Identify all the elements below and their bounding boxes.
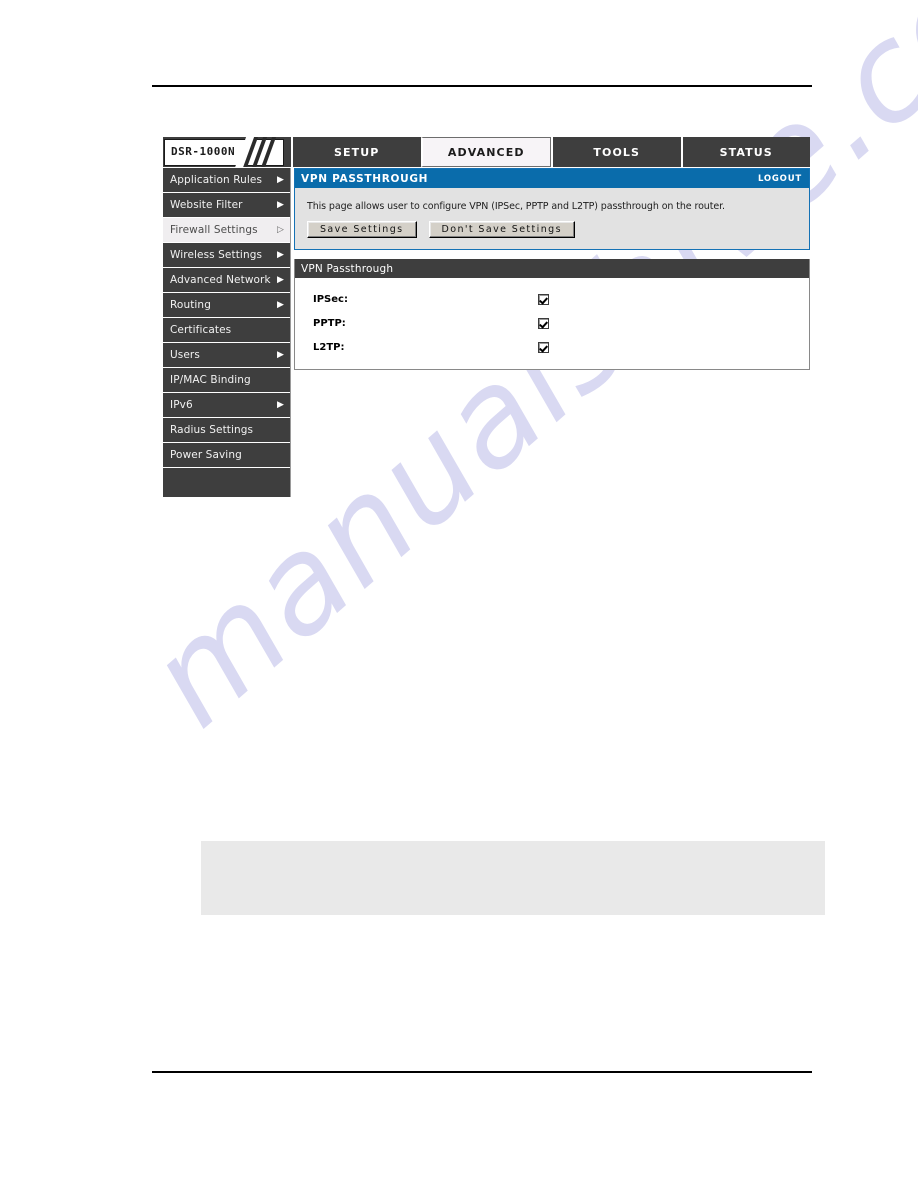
- sidebar-item-routing[interactable]: Routing ▶: [163, 293, 290, 318]
- sidebar-item-label: Users: [170, 349, 200, 361]
- page-footer-rule: [152, 1071, 812, 1073]
- main-content: VPN PASSTHROUGH LOGOUT This page allows …: [291, 168, 810, 370]
- action-button-row: Save Settings Don't Save Settings: [307, 221, 797, 238]
- ipsec-checkbox[interactable]: [538, 293, 549, 305]
- logout-link[interactable]: LOGOUT: [758, 174, 802, 184]
- setting-row-pptp: PPTP:: [295, 311, 809, 335]
- chevron-right-icon: ▶: [276, 174, 284, 185]
- chevron-right-icon: ▶: [276, 249, 284, 260]
- sidebar-item-label: IP/MAC Binding: [170, 374, 251, 386]
- pptp-label: PPTP:: [313, 317, 346, 329]
- tab-advanced[interactable]: ADVANCED: [420, 137, 551, 167]
- sidebar-item-label: Advanced Network: [170, 274, 271, 286]
- settings-rows: IPSec: PPTP: L2TP:: [295, 278, 809, 369]
- l2tp-checkbox[interactable]: [538, 341, 549, 353]
- section-header: VPN Passthrough: [295, 259, 809, 278]
- chevron-right-icon: ▶: [276, 349, 284, 360]
- page-header-rule: [152, 85, 812, 87]
- chevron-right-icon: ▶: [276, 299, 284, 310]
- sidebar-item-label: Application Rules: [170, 174, 263, 186]
- top-navigation-bar: DSR-1000N SETUP ADVANCED TOOLS STATUS: [163, 137, 810, 168]
- sidebar-filler: [163, 468, 290, 497]
- sidebar-item-label: Power Saving: [170, 449, 242, 461]
- tab-status[interactable]: STATUS: [680, 137, 810, 167]
- chevron-right-icon: ▶: [276, 274, 284, 285]
- tab-setup[interactable]: SETUP: [291, 137, 421, 167]
- page-help-titlebar: VPN PASSTHROUGH LOGOUT: [295, 169, 809, 188]
- page-help-panel: VPN PASSTHROUGH LOGOUT This page allows …: [294, 168, 810, 250]
- sidebar-item-power-saving[interactable]: Power Saving: [163, 443, 290, 468]
- dont-save-settings-button[interactable]: Don't Save Settings: [428, 221, 575, 238]
- chevron-right-icon: ▶: [276, 399, 284, 410]
- logo-model-text: DSR-1000N: [171, 145, 236, 158]
- sidebar-item-website-filter[interactable]: Website Filter ▶: [163, 193, 290, 218]
- sidebar-item-label: Certificates: [170, 324, 232, 336]
- setting-row-l2tp: L2TP:: [295, 335, 809, 359]
- sidebar-item-label: Routing: [170, 299, 211, 311]
- page-description-text: This page allows user to configure VPN (…: [307, 201, 725, 212]
- sidebar-item-advanced-network[interactable]: Advanced Network ▶: [163, 268, 290, 293]
- sidebar-item-label: Firewall Settings: [170, 224, 258, 236]
- sidebar-item-firewall-settings[interactable]: Firewall Settings ▷: [163, 218, 290, 243]
- setting-row-ipsec: IPSec:: [295, 287, 809, 311]
- chevron-right-icon: ▶: [276, 199, 284, 210]
- sidebar-item-users[interactable]: Users ▶: [163, 343, 290, 368]
- sidebar-item-label: IPv6: [170, 399, 193, 411]
- router-web-ui: DSR-1000N SETUP ADVANCED TOOLS STATUS Ap…: [163, 137, 810, 497]
- sidebar-item-ipv6[interactable]: IPv6 ▶: [163, 393, 290, 418]
- page-title: VPN PASSTHROUGH: [301, 172, 429, 185]
- product-logo: DSR-1000N: [163, 137, 291, 167]
- sidebar-item-certificates[interactable]: Certificates: [163, 318, 290, 343]
- tab-tools[interactable]: TOOLS: [551, 137, 681, 167]
- sidebar-item-label: Wireless Settings: [170, 249, 263, 261]
- sidebar-item-application-rules[interactable]: Application Rules ▶: [163, 168, 290, 193]
- chevron-right-outline-icon: ▷: [276, 224, 284, 235]
- save-settings-button[interactable]: Save Settings: [307, 221, 417, 238]
- l2tp-label: L2TP:: [313, 341, 345, 353]
- page-help-body: This page allows user to configure VPN (…: [295, 188, 809, 249]
- vpn-passthrough-panel: VPN Passthrough IPSec: PPTP: L2TP:: [294, 259, 810, 370]
- sidebar-item-label: Radius Settings: [170, 424, 254, 436]
- bottom-note-box: [201, 841, 825, 915]
- sidebar-item-ip-mac-binding[interactable]: IP/MAC Binding: [163, 368, 290, 393]
- ipsec-label: IPSec:: [313, 293, 348, 305]
- pptp-checkbox[interactable]: [538, 317, 549, 329]
- sidebar-item-radius-settings[interactable]: Radius Settings: [163, 418, 290, 443]
- sidebar-menu: Application Rules ▶ Website Filter ▶ Fir…: [163, 168, 291, 497]
- sidebar-item-label: Website Filter: [170, 199, 243, 211]
- sidebar-item-wireless-settings[interactable]: Wireless Settings ▶: [163, 243, 290, 268]
